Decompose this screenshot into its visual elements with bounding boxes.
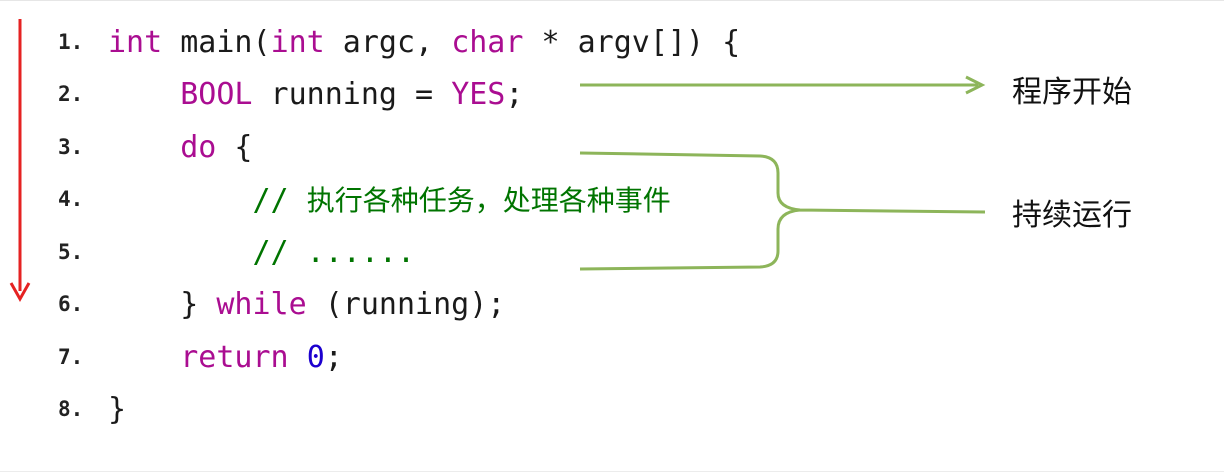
keyword-token: int bbox=[108, 24, 163, 60]
code-token: (running); bbox=[306, 286, 506, 322]
line-number: 4. bbox=[58, 187, 84, 211]
line-number: 3. bbox=[58, 135, 84, 159]
keyword-token: return bbox=[180, 339, 289, 375]
line-number: 8. bbox=[58, 397, 84, 421]
code-token: * argv[]) { bbox=[523, 24, 741, 60]
code-token: } bbox=[180, 286, 217, 322]
keyword-token: do bbox=[180, 129, 217, 165]
keyword-token: char bbox=[451, 24, 524, 60]
code-diagram-panel: 1. int main(int argc, char * argv[]) {2. … bbox=[0, 0, 1224, 472]
line-number: 7. bbox=[58, 345, 84, 369]
code-token: ; bbox=[324, 339, 343, 375]
program-start-label: 程序开始 bbox=[1012, 75, 1132, 110]
keyword-token: YES bbox=[451, 76, 506, 112]
keyword-token: int bbox=[270, 24, 325, 60]
code-text: } bbox=[108, 392, 126, 427]
keep-running-label: 持续运行 bbox=[1012, 198, 1132, 233]
comment-token: // ...... bbox=[234, 234, 416, 270]
code-token: running = bbox=[252, 76, 452, 112]
line-number: 1. bbox=[58, 30, 84, 54]
keyword-token: BOOL bbox=[180, 76, 253, 112]
code-text: return 0; bbox=[108, 340, 343, 375]
code-text: } while (running); bbox=[108, 287, 505, 322]
code-token: main( bbox=[162, 24, 271, 60]
code-token: } bbox=[108, 391, 127, 427]
comment-token: 执行各种任务，处理各种事件 bbox=[306, 184, 671, 217]
code-token: { bbox=[216, 129, 253, 165]
code-text: int main(int argc, char * argv[]) { bbox=[108, 25, 740, 60]
code-text: // ...... bbox=[108, 235, 415, 270]
keyword-token: while bbox=[216, 286, 307, 322]
code-token: argc, bbox=[324, 24, 452, 60]
code-token: ; bbox=[505, 76, 524, 112]
comment-token: // bbox=[252, 183, 307, 218]
code-text: BOOL running = YES; bbox=[108, 77, 523, 112]
code-text: // 执行各种任务，处理各种事件 bbox=[108, 179, 671, 219]
line-number: 2. bbox=[58, 82, 84, 106]
line-number: 5. bbox=[58, 240, 84, 264]
code-text: do { bbox=[108, 129, 253, 165]
number-token: 0 bbox=[306, 339, 325, 375]
line-number: 6. bbox=[58, 292, 84, 316]
